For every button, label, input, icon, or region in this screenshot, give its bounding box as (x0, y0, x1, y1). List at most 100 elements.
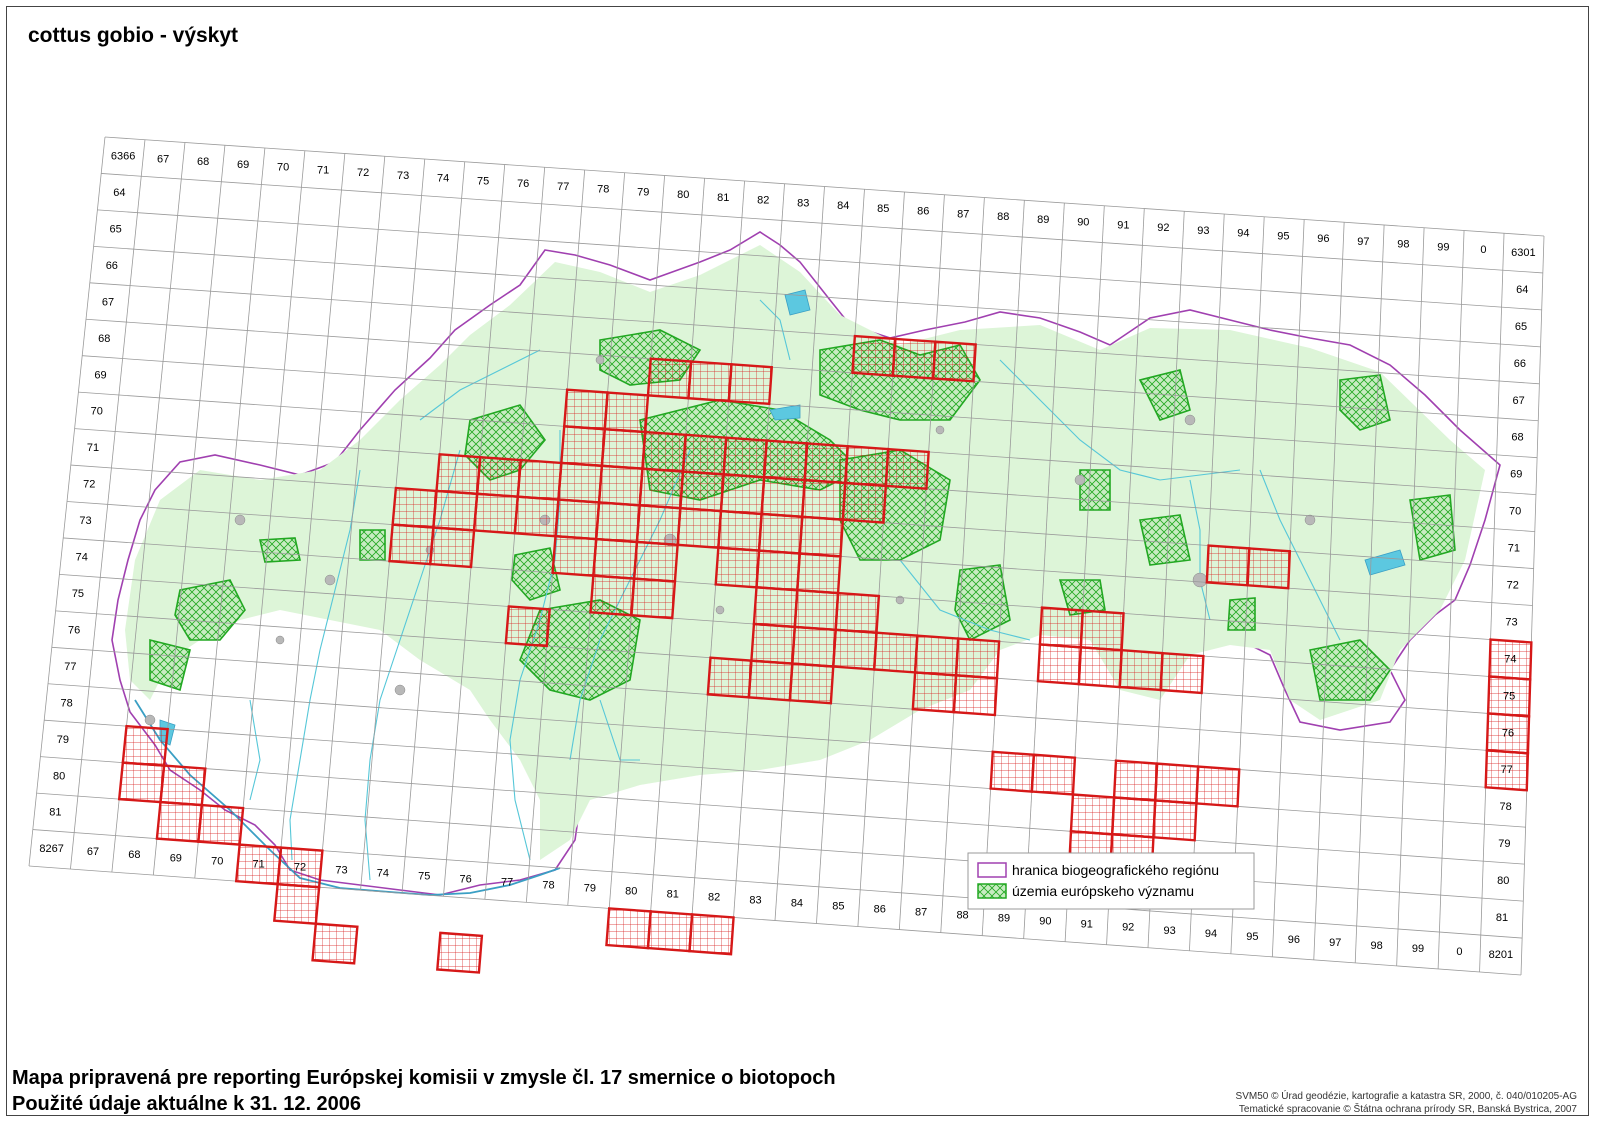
occurrence-cell (160, 765, 206, 806)
occurrence-cell (753, 587, 798, 627)
grid-label-bottom: 98 (1371, 940, 1383, 952)
occurrence-cell (1039, 607, 1083, 648)
grid-label-left: 68 (98, 333, 110, 345)
occurrence-cell (892, 338, 936, 379)
grid-label-top: 6366 (111, 151, 135, 163)
grid-label-right: 64 (1516, 284, 1528, 296)
occurrence-cell (799, 516, 843, 557)
grid-label-bottom: 81 (667, 889, 679, 901)
occurrence-cell (604, 392, 648, 433)
grid-label-right: 80 (1497, 875, 1509, 887)
grid-parallel (101, 173, 1543, 274)
occurrence-cell (756, 550, 800, 591)
occurrence-cell (1080, 610, 1124, 651)
grid-label-bottom: 94 (1205, 928, 1217, 940)
grid-label-top: 76 (517, 178, 529, 190)
grid-label-right: 70 (1509, 506, 1521, 518)
grid-label-bottom: 80 (625, 885, 637, 897)
grid-label-left: 71 (87, 442, 99, 454)
occurrence-cell (558, 462, 602, 503)
grid-label-top: 87 (957, 208, 969, 220)
grid-label-right: 77 (1501, 764, 1513, 776)
occurrence-cell (636, 505, 681, 545)
occurrence-cell (647, 911, 693, 952)
grid-label-bottom: 71 (253, 858, 265, 870)
grid-label-left: 69 (94, 369, 106, 381)
grid-label-top: 95 (1277, 230, 1289, 242)
occurrence-cell (1119, 650, 1163, 690)
occurrence-cell (593, 539, 637, 579)
occurrence-cell (792, 626, 836, 667)
grid-label-top: 84 (837, 200, 849, 212)
occurrence-cell (953, 675, 997, 716)
occurrence-cell (564, 389, 608, 430)
grid-label-left: 73 (79, 515, 91, 527)
occurrence-cell (794, 590, 839, 630)
grid-label-bottom: 72 (294, 861, 306, 873)
grid-label-bottom: 84 (791, 898, 803, 910)
grid-label-bottom: 69 (170, 852, 182, 864)
grid-label-top: 82 (757, 195, 769, 207)
occurrence-cell (1037, 644, 1081, 685)
grid-label-right: 75 (1503, 690, 1515, 702)
occurrence-cell (312, 923, 358, 964)
occurrence-cell (845, 446, 889, 486)
occurrence-cell (392, 488, 437, 528)
grid-label-right: 79 (1498, 838, 1510, 850)
grid-label-bottom: 8201 (1489, 949, 1513, 961)
occurrence-cell (759, 513, 803, 554)
grid-label-top: 96 (1317, 233, 1329, 245)
credits: SVM50 © Úrad geodézie, kartografie a kat… (1236, 1090, 1577, 1116)
occurrence-cell (1153, 800, 1197, 841)
grid-label-top: 83 (797, 197, 809, 209)
occurrence-cell (517, 460, 562, 500)
occurrence-cell (642, 432, 686, 472)
grid-label-top: 97 (1357, 236, 1369, 248)
occurrence-cell (514, 496, 559, 537)
occurrence-cell (1112, 797, 1156, 838)
grid-label-bottom: 96 (1288, 934, 1300, 946)
grid-label-bottom: 95 (1246, 931, 1258, 943)
occurrence-cell (802, 480, 846, 520)
grid-label-left: 72 (83, 479, 95, 491)
species-distribution-map: 6366 67 68 69 70 71 72 73 74 75 76 77 78 79 80 81 82 83 84… (28, 136, 1545, 976)
occurrence-cell (634, 541, 678, 582)
grid-label-bottom: 73 (335, 864, 347, 876)
occurrence-cell (198, 805, 244, 845)
grid-label-left: 77 (64, 661, 76, 673)
grid-label-bottom: 8267 (39, 843, 63, 855)
grid-label-top: 88 (997, 211, 1009, 223)
grid-label-right: 73 (1505, 616, 1517, 628)
grid-label-top: 85 (877, 203, 889, 215)
legend-purple-swatch (977, 862, 1007, 878)
occurrence-cell (1114, 760, 1158, 801)
grid-label-bottom: 97 (1329, 937, 1341, 949)
grid-label-left: 79 (57, 734, 69, 746)
occurrence-cell (1247, 548, 1290, 589)
occurrence-cell (761, 477, 805, 517)
occurrence-cell (156, 802, 202, 842)
grid-label-bottom: 87 (915, 907, 927, 919)
grid-label-top: 81 (717, 192, 729, 204)
grid-parallel (104, 136, 1545, 237)
grid-label-top: 6301 (1511, 247, 1535, 259)
grid-label-bottom: 68 (128, 849, 140, 861)
grid-label-right: 76 (1502, 727, 1514, 739)
grid-label-left: 80 (53, 770, 65, 782)
occurrence-cell (430, 527, 475, 567)
occurrence-cell (1078, 647, 1122, 688)
grid-label-top: 98 (1397, 239, 1409, 251)
grid-label-top: 80 (677, 189, 689, 201)
occurrence-cell (852, 336, 896, 376)
occurrence-cell (433, 490, 478, 531)
occurrence-cell (477, 457, 521, 497)
grid-label-bottom: 76 (460, 873, 472, 885)
grid-label-bottom: 99 (1412, 943, 1424, 955)
occurrence-cell (599, 465, 643, 506)
grid-label-top: 99 (1437, 241, 1449, 253)
grid-label-bottom: 78 (542, 879, 554, 891)
occurrence-cell (874, 632, 918, 673)
grid-label-top: 93 (1197, 225, 1209, 237)
grid-label-top: 86 (917, 206, 929, 218)
grid-label-top: 91 (1117, 219, 1129, 231)
